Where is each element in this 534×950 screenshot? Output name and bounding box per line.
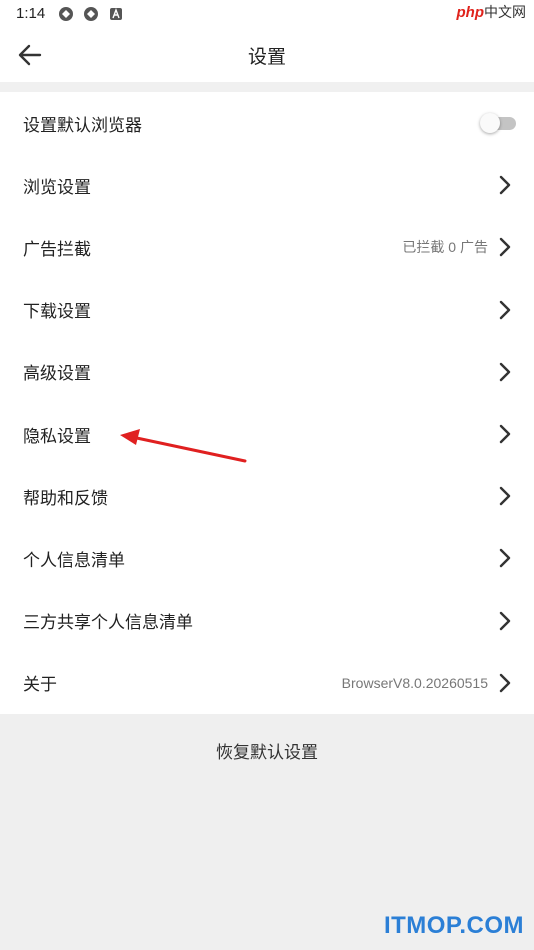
settings-item-ad-block[interactable]: 广告拦截 已拦截 0 广告 [0, 216, 534, 278]
settings-item-label: 关于 [23, 675, 57, 696]
chevron-right-icon [499, 300, 511, 319]
settings-list: 设置默认浏览器 浏览设置 广告拦截 已拦截 0 广告 下载设置 高级设置 隐私设… [0, 92, 534, 714]
settings-item-help-feedback[interactable]: 帮助和反馈 [0, 465, 534, 527]
settings-item-label: 设置默认浏览器 [23, 115, 142, 136]
settings-item-privacy[interactable]: 隐私设置 [0, 403, 534, 465]
settings-item-advanced[interactable]: 高级设置 [0, 341, 534, 403]
settings-item-label: 浏览设置 [23, 177, 91, 198]
settings-item-label: 高级设置 [23, 364, 91, 385]
settings-item-personal-info-list[interactable]: 个人信息清单 [0, 527, 534, 589]
chevron-right-icon [499, 611, 511, 630]
settings-item-browsing[interactable]: 浏览设置 [0, 154, 534, 216]
chevron-right-icon [499, 424, 511, 444]
sync-icon [84, 7, 98, 21]
chevron-right-icon [499, 176, 511, 195]
chevron-right-icon [499, 549, 511, 568]
status-bar: 1:14 php中文网 [0, 0, 534, 28]
toggle-thumb [480, 113, 500, 134]
reset-defaults-button[interactable]: 恢复默认设置 [0, 738, 534, 763]
app-version: BrowserV8.0.20260515 [341, 674, 488, 691]
chevron-right-icon [499, 673, 511, 692]
itmop-watermark: ITMOP.COM [383, 912, 524, 939]
divider-band [0, 82, 534, 92]
settings-item-default-browser[interactable]: 设置默认浏览器 [0, 92, 534, 154]
settings-item-label: 下载设置 [23, 302, 91, 323]
sync-icon [59, 7, 73, 21]
status-time: 1:14 [16, 5, 46, 22]
app-bar: 设置 [0, 28, 534, 82]
app-notification-icon [110, 8, 122, 20]
chevron-right-icon [499, 487, 511, 506]
default-browser-toggle[interactable] [480, 113, 518, 134]
settings-item-about[interactable]: 关于 BrowserV8.0.20260515 [0, 652, 534, 714]
chevron-right-icon [499, 362, 511, 382]
settings-item-label: 三方共享个人信息清单 [23, 613, 193, 634]
ad-block-count: 已拦截 0 广告 [402, 239, 488, 256]
settings-item-third-party-info-list[interactable]: 三方共享个人信息清单 [0, 590, 534, 652]
settings-item-label: 隐私设置 [23, 426, 91, 447]
settings-item-download[interactable]: 下载设置 [0, 279, 534, 341]
page-title: 设置 [247, 46, 286, 68]
settings-item-label: 个人信息清单 [23, 550, 125, 571]
chevron-right-icon [499, 238, 511, 257]
settings-item-label: 帮助和反馈 [23, 488, 108, 509]
settings-item-label: 广告拦截 [23, 239, 91, 260]
php-watermark: php中文网 [456, 4, 527, 21]
